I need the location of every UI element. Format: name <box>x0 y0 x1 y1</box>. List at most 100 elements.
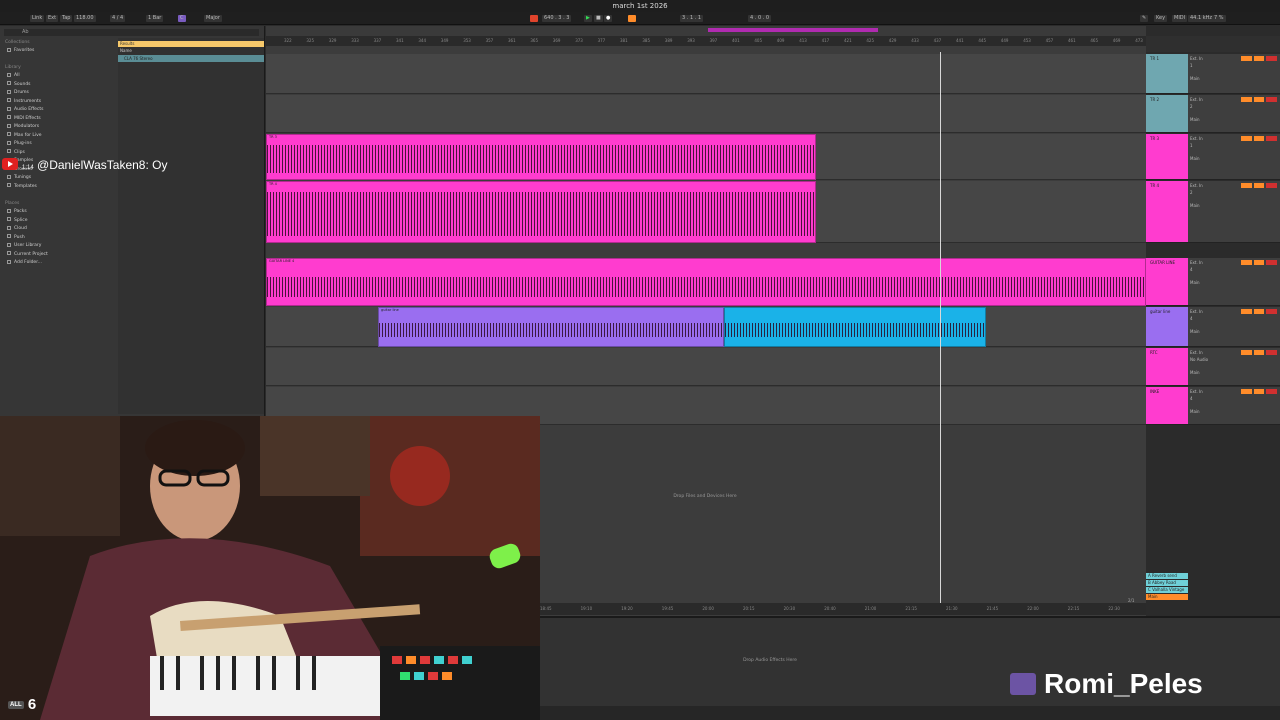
activator-button[interactable] <box>1241 97 1252 102</box>
scale-selector[interactable]: Major <box>204 15 222 22</box>
arrangement-record-icon[interactable] <box>530 15 538 22</box>
sidebar-item-modulators[interactable]: Modulators <box>0 123 117 131</box>
input-type-select[interactable]: Ext. In <box>1190 350 1203 355</box>
activator-button[interactable] <box>1241 136 1252 141</box>
track-title[interactable]: GUITAR LINE <box>1146 258 1188 306</box>
audio-clip[interactable]: GUITAR LINE 4 <box>266 258 1146 306</box>
loop-start-field[interactable]: 3 . 1 . 1 <box>680 15 704 22</box>
play-icon[interactable]: ▶ <box>584 15 592 22</box>
track-title[interactable]: TR 4 <box>1146 181 1188 243</box>
output-select[interactable]: Main <box>1190 409 1200 414</box>
track-title[interactable]: guitar line <box>1146 307 1188 347</box>
arm-button[interactable] <box>1266 350 1278 355</box>
output-select[interactable]: Main <box>1190 156 1200 161</box>
sidebar-item-templates[interactable]: Templates <box>0 183 117 191</box>
overview-strip[interactable] <box>266 26 1146 36</box>
sidebar-place-user-library[interactable]: User Library <box>0 242 117 250</box>
solo-button[interactable] <box>1253 260 1265 265</box>
loop-length-field[interactable]: 4 . 0 . 0 <box>748 15 772 22</box>
solo-button[interactable] <box>1253 350 1265 355</box>
link-button[interactable]: Link <box>30 15 45 22</box>
output-select[interactable]: Main <box>1190 76 1200 81</box>
activator-button[interactable] <box>1241 389 1252 394</box>
input-type-select[interactable]: Ext. In <box>1190 389 1203 394</box>
arm-button[interactable] <box>1266 309 1278 314</box>
input-type-select[interactable]: Ext. In <box>1190 56 1203 61</box>
activator-button[interactable] <box>1241 309 1252 314</box>
sidebar-item-audio-effects[interactable]: Audio Effects <box>0 106 117 114</box>
output-select[interactable]: Main <box>1190 329 1200 334</box>
midi-map-button[interactable]: MIDI <box>1172 15 1188 22</box>
solo-button[interactable] <box>1253 309 1265 314</box>
sidebar-item-midi-effects[interactable]: MIDI Effects <box>0 115 117 123</box>
tap-tempo-button[interactable]: Tap <box>60 15 73 22</box>
return-track[interactable]: Main <box>1146 594 1188 600</box>
result-item[interactable]: CLA 76 Stereo <box>118 55 264 62</box>
input-channel-select[interactable]: 1 <box>1190 143 1193 148</box>
arm-button[interactable] <box>1266 389 1278 394</box>
beat-ruler[interactable]: 322 325 329 333 337 341 344 349 353 357 361 365 369 3… <box>266 36 1146 46</box>
return-track[interactable]: A Reverb send <box>1146 573 1188 579</box>
audio-clip[interactable] <box>724 307 986 347</box>
input-channel-select[interactable]: No Audio <box>1190 357 1208 362</box>
sidebar-item-max-for-live[interactable]: Max for Live <box>0 132 117 140</box>
sidebar-item-all[interactable]: All <box>0 72 117 80</box>
input-channel-select[interactable]: 2 <box>1190 104 1193 109</box>
audio-clip[interactable]: TR 3 <box>266 134 816 180</box>
solo-button[interactable] <box>1253 389 1265 394</box>
input-channel-select[interactable]: 4 <box>1190 396 1193 401</box>
draw-mode-icon[interactable]: ✎ <box>1140 15 1149 22</box>
input-type-select[interactable]: Ext. In <box>1190 97 1203 102</box>
activator-button[interactable] <box>1241 56 1252 61</box>
sidebar-place-cloud[interactable]: Cloud <box>0 225 117 233</box>
input-channel-select[interactable]: 4 <box>1190 267 1193 272</box>
song-position-field[interactable]: 640 . 3 . 3 <box>542 15 572 22</box>
sidebar-place-push[interactable]: Push <box>0 234 117 242</box>
input-channel-select[interactable]: 1 <box>1190 63 1193 68</box>
arm-button[interactable] <box>1266 97 1278 102</box>
input-type-select[interactable]: Ext. In <box>1190 183 1203 188</box>
solo-button[interactable] <box>1253 136 1265 141</box>
input-channel-select[interactable]: 2 <box>1190 190 1193 195</box>
solo-button[interactable] <box>1253 183 1265 188</box>
output-select[interactable]: Main <box>1190 203 1200 208</box>
overdub-icon[interactable] <box>628 15 636 22</box>
solo-button[interactable] <box>1253 56 1265 61</box>
input-type-select[interactable]: Ext. In <box>1190 260 1203 265</box>
sidebar-item-instruments[interactable]: Instruments <box>0 98 117 106</box>
track-title[interactable]: TR 1 <box>1146 54 1188 94</box>
loop-brace[interactable] <box>708 28 878 32</box>
sidebar-item-sounds[interactable]: Sounds <box>0 81 117 89</box>
input-channel-select[interactable]: 4 <box>1190 316 1193 321</box>
activator-button[interactable] <box>1241 183 1252 188</box>
arm-button[interactable] <box>1266 136 1278 141</box>
input-type-select[interactable]: Ext. In <box>1190 136 1203 141</box>
record-icon[interactable]: ● <box>604 15 613 22</box>
track-title[interactable]: RTC <box>1146 348 1188 386</box>
sidebar-place-packs[interactable]: Packs <box>0 208 117 216</box>
track-lane[interactable] <box>266 95 1146 133</box>
sidebar-place-current-project[interactable]: Current Project <box>0 251 117 259</box>
audio-clip[interactable]: guitar line <box>378 307 724 347</box>
key-map-button[interactable]: Key <box>1154 15 1168 22</box>
track-lane[interactable] <box>266 54 1146 94</box>
sidebar-place-splice[interactable]: Splice <box>0 217 117 225</box>
sidebar-item-drums[interactable]: Drums <box>0 89 117 97</box>
track-lane[interactable] <box>266 348 1146 386</box>
output-select[interactable]: Main <box>1190 280 1200 285</box>
return-track[interactable]: C Valhalla Vintage <box>1146 587 1188 593</box>
activator-button[interactable] <box>1241 260 1252 265</box>
return-track[interactable]: B Abbey Road <box>1146 580 1188 586</box>
time-signature-field[interactable]: 4 / 4 <box>110 15 126 22</box>
track-title[interactable]: INKE <box>1146 387 1188 425</box>
audio-clip[interactable]: TR 4 <box>266 181 816 243</box>
activator-button[interactable] <box>1241 350 1252 355</box>
solo-button[interactable] <box>1253 97 1265 102</box>
stop-icon[interactable]: ■ <box>594 15 603 22</box>
arm-button[interactable] <box>1266 183 1278 188</box>
sidebar-item-plug-ins[interactable]: Plug-ins <box>0 140 117 148</box>
track-title[interactable]: TR 3 <box>1146 134 1188 180</box>
sidebar-item-favorites[interactable]: Favorites <box>0 47 117 55</box>
quantization-menu[interactable]: 1 Bar <box>146 15 164 22</box>
track-title[interactable]: TR 2 <box>1146 95 1188 133</box>
